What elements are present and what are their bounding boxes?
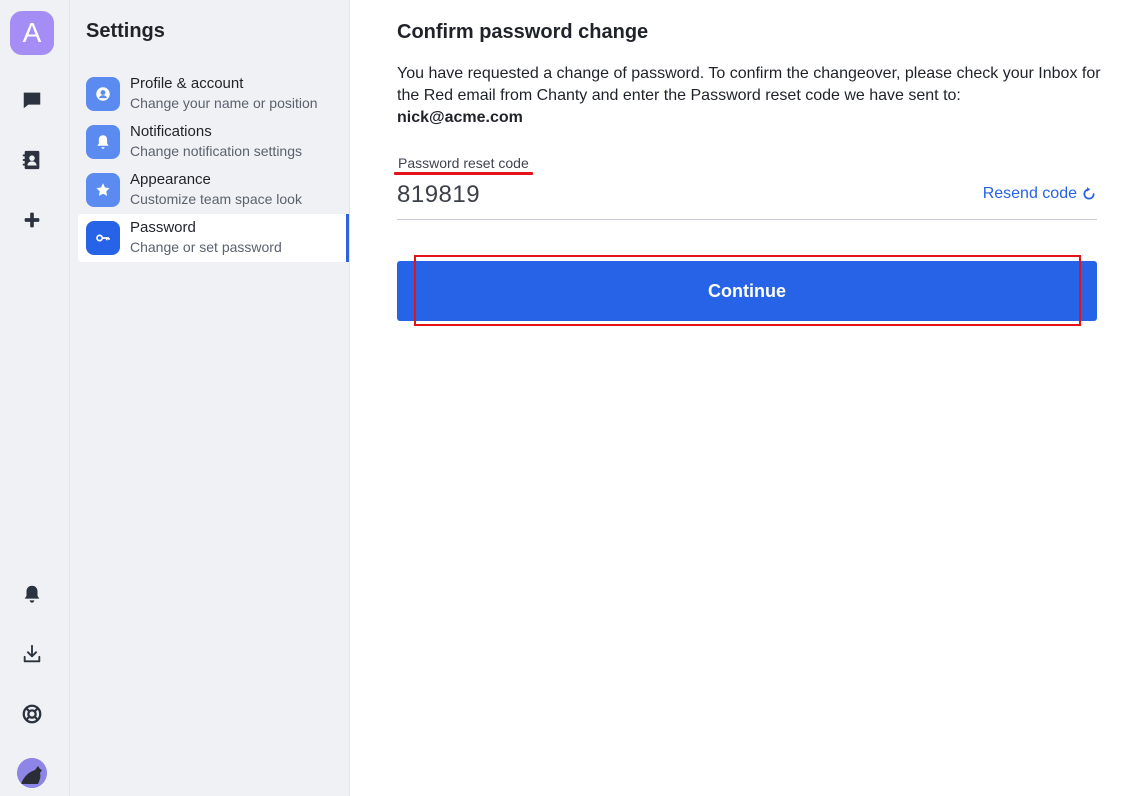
reset-code-input[interactable] bbox=[397, 178, 957, 212]
plus-icon[interactable] bbox=[18, 206, 46, 234]
sidebar-item-sublabel: Change notification settings bbox=[130, 143, 302, 159]
team-avatar[interactable]: A bbox=[10, 11, 54, 55]
sidebar-item-sublabel: Change your name or position bbox=[130, 95, 318, 111]
chat-icon[interactable] bbox=[18, 86, 46, 114]
bell-icon bbox=[86, 125, 120, 159]
settings-menu: Profile & account Change your name or po… bbox=[78, 70, 349, 262]
sidebar-item-password[interactable]: Password Change or set password bbox=[78, 214, 349, 262]
user-avatar[interactable] bbox=[17, 758, 47, 788]
download-icon[interactable] bbox=[18, 640, 46, 668]
refresh-icon bbox=[1083, 187, 1095, 200]
resend-code-link[interactable]: Resend code bbox=[983, 185, 1097, 203]
key-icon bbox=[86, 221, 120, 255]
label-highlight-annotation bbox=[394, 172, 533, 175]
settings-sidebar: Settings Profile & account Change your n… bbox=[70, 0, 350, 796]
sidebar-item-sublabel: Change or set password bbox=[130, 239, 282, 255]
sidebar-item-sublabel: Customize team space look bbox=[130, 191, 302, 207]
app-window: A Settings Profile & account Change your… bbox=[0, 0, 1138, 796]
resend-code-label: Resend code bbox=[982, 185, 1077, 202]
page-title: Confirm password change bbox=[397, 21, 649, 43]
sidebar-item-notifications[interactable]: Notifications Change notification settin… bbox=[78, 118, 349, 166]
reset-code-label: Password reset code bbox=[398, 155, 529, 171]
sidebar-item-profile[interactable]: Profile & account Change your name or po… bbox=[78, 70, 349, 118]
left-rail: A bbox=[0, 0, 70, 796]
instructions-text: You have requested a change of password.… bbox=[397, 65, 1101, 104]
sidebar-item-label: Password bbox=[130, 219, 196, 236]
bell-icon[interactable] bbox=[18, 580, 46, 608]
settings-title: Settings bbox=[86, 20, 165, 42]
help-lifebuoy-icon[interactable] bbox=[18, 700, 46, 728]
sidebar-item-label: Appearance bbox=[130, 171, 211, 188]
user-icon bbox=[86, 77, 120, 111]
star-icon bbox=[86, 173, 120, 207]
sidebar-item-label: Profile & account bbox=[130, 75, 244, 92]
continue-button[interactable]: Continue bbox=[397, 261, 1097, 321]
main-panel: Confirm password change You have request… bbox=[350, 0, 1138, 796]
sidebar-item-appearance[interactable]: Appearance Customize team space look bbox=[78, 166, 349, 214]
input-underline bbox=[397, 219, 1097, 220]
target-email: nick@acme.com bbox=[397, 109, 523, 126]
contacts-icon[interactable] bbox=[18, 146, 46, 174]
sidebar-item-label: Notifications bbox=[130, 123, 212, 140]
